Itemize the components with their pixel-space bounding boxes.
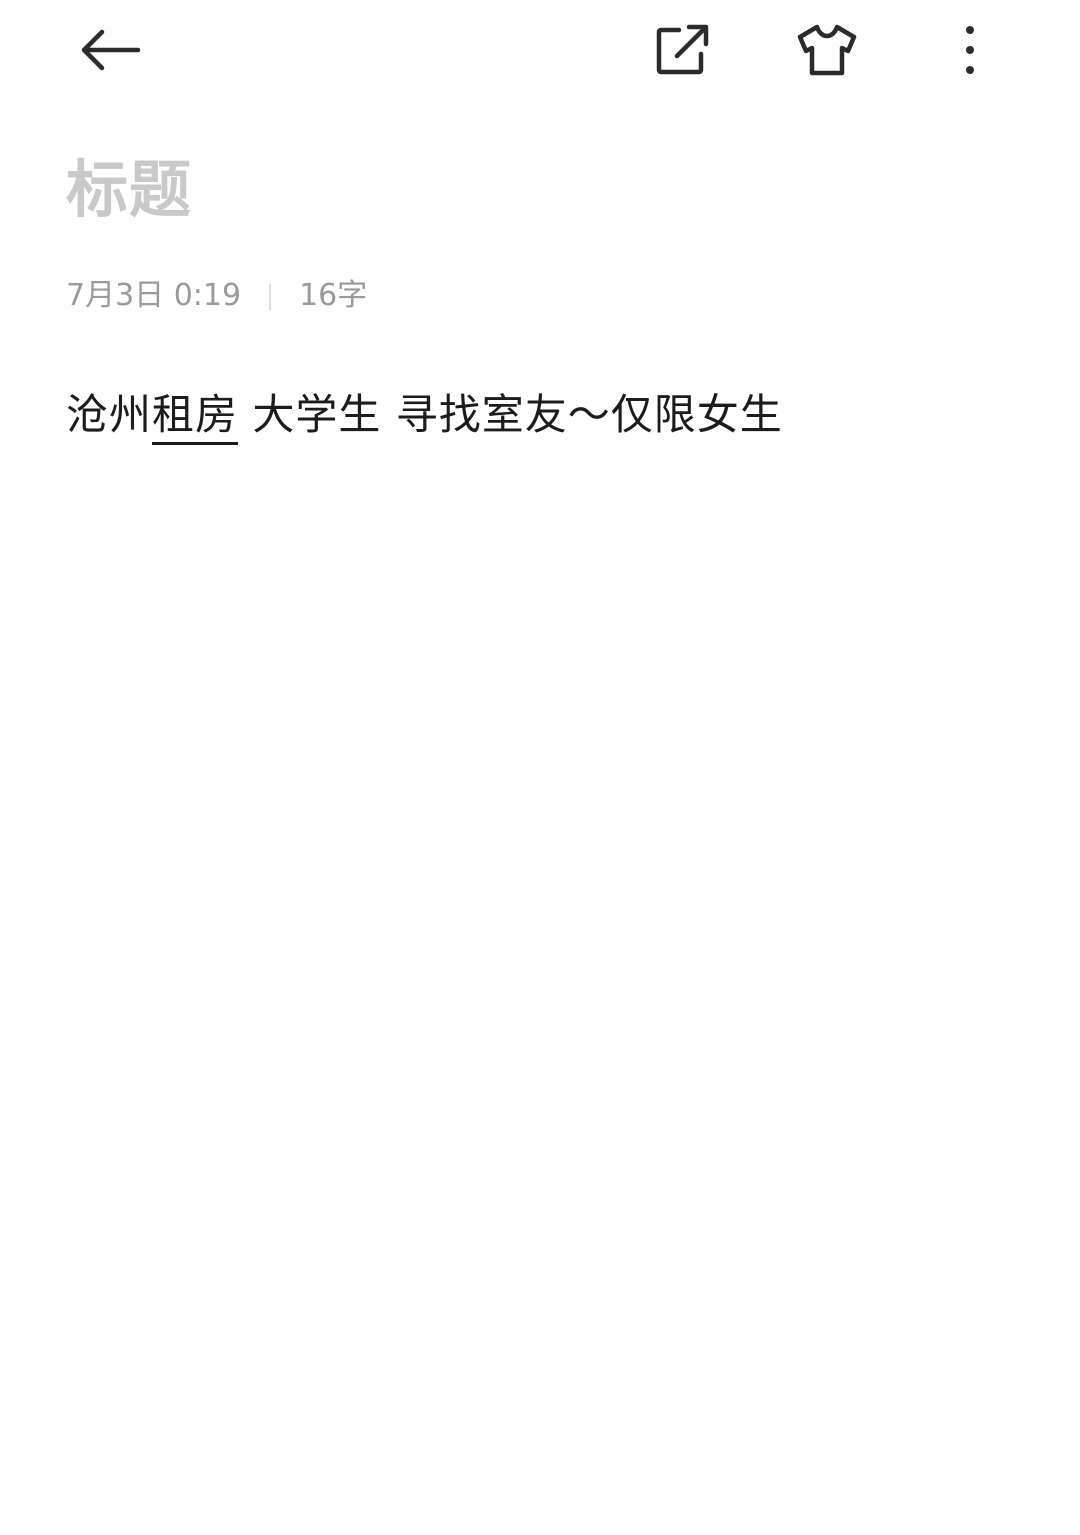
body-text-underlined: 租房	[152, 388, 239, 445]
more-button[interactable]	[930, 10, 1010, 90]
note-body-editor[interactable]: 沧州租房 大学生 寻找室友～仅限女生	[66, 384, 1016, 446]
top-toolbar	[0, 0, 1080, 100]
body-text-part1: 沧州	[66, 390, 153, 439]
note-meta: 7月3日 0:19 16字	[66, 274, 367, 318]
title-placeholder: 标题	[66, 153, 193, 226]
theme-button[interactable]	[787, 10, 867, 90]
body-text-part2: 大学生 寻找室友～仅限女生	[238, 390, 783, 439]
share-external-icon	[655, 24, 711, 76]
word-count: 16字	[299, 278, 368, 313]
arrow-left-icon	[78, 28, 142, 72]
share-button[interactable]	[643, 10, 723, 90]
back-button[interactable]	[70, 10, 150, 90]
title-field[interactable]: 标题	[66, 150, 1006, 230]
more-vertical-icon	[962, 24, 978, 76]
meta-divider	[269, 283, 272, 310]
tshirt-icon	[796, 23, 858, 77]
note-date: 7月3日 0:19	[66, 278, 242, 313]
